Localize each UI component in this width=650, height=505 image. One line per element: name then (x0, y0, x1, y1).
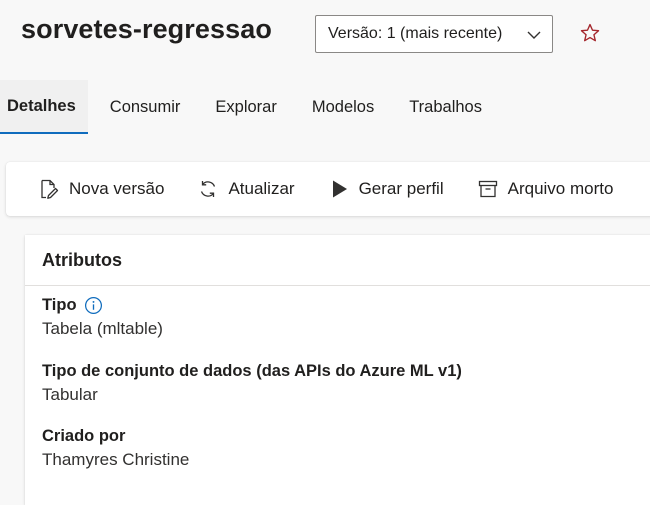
tab-label: Detalhes (7, 96, 76, 115)
attribute-label: Tipo (42, 296, 163, 315)
attribute-label: Criado por (42, 427, 126, 445)
tab-label: Consumir (109, 97, 181, 116)
attribute-dataset-type: Tipo de conjunto de dados (das APIs do A… (42, 362, 462, 405)
tab-label: Trabalhos (409, 97, 482, 116)
edit-document-icon (41, 179, 59, 199)
attribute-type: Tipo Tabela (mltable) (42, 296, 163, 339)
refresh-icon (201, 181, 216, 197)
tab-details[interactable]: Detalhes (0, 80, 88, 134)
version-dropdown-value: Versão: 1 (mais recente) (328, 25, 503, 42)
tab-jobs[interactable]: Trabalhos (396, 80, 495, 134)
archive-label: Arquivo morto (507, 179, 614, 198)
refresh-label: Atualizar (228, 179, 295, 198)
new-version-button[interactable]: Nova versão (38, 162, 164, 216)
archive-button[interactable]: Arquivo morto (477, 162, 614, 216)
attribute-label: Tipo de conjunto de dados (das APIs do A… (42, 362, 462, 380)
tab-explore[interactable]: Explorar (202, 80, 289, 134)
archive-icon (478, 180, 497, 198)
tab-label: Explorar (215, 97, 277, 116)
play-icon (332, 180, 347, 198)
attribute-created-by: Criado por Thamyres Christine (42, 427, 189, 470)
new-version-label: Nova versão (69, 179, 165, 198)
attribute-value: Tabular (42, 385, 98, 404)
refresh-button[interactable]: Atualizar (197, 162, 295, 216)
info-icon[interactable] (84, 296, 103, 315)
attributes-card: Atributos Tipo Tabela (mltable) Tipo de … (25, 235, 650, 505)
tab-models[interactable]: Modelos (299, 80, 387, 134)
star-icon[interactable] (579, 22, 601, 44)
generate-profile-label: Gerar perfil (358, 179, 444, 198)
version-dropdown[interactable]: Versão: 1 (mais recente) (315, 15, 553, 53)
tab-label: Modelos (311, 97, 375, 116)
attribute-value: Thamyres Christine (42, 450, 190, 469)
page-title: sorvetes-regressao (21, 14, 272, 44)
command-bar: Nova versão Atualizar Gerar perfil Arqui… (6, 162, 650, 216)
chevron-down-icon (527, 31, 541, 39)
attribute-value: Tabela (mltable) (42, 319, 163, 338)
tab-consume[interactable]: Consumir (97, 80, 194, 134)
attributes-card-title: Atributos (25, 235, 650, 286)
tab-bar: Detalhes Consumir Explorar Modelos Traba… (0, 80, 650, 134)
attribute-label-text: Tipo (42, 296, 77, 314)
generate-profile-button[interactable]: Gerar perfil (328, 162, 444, 216)
